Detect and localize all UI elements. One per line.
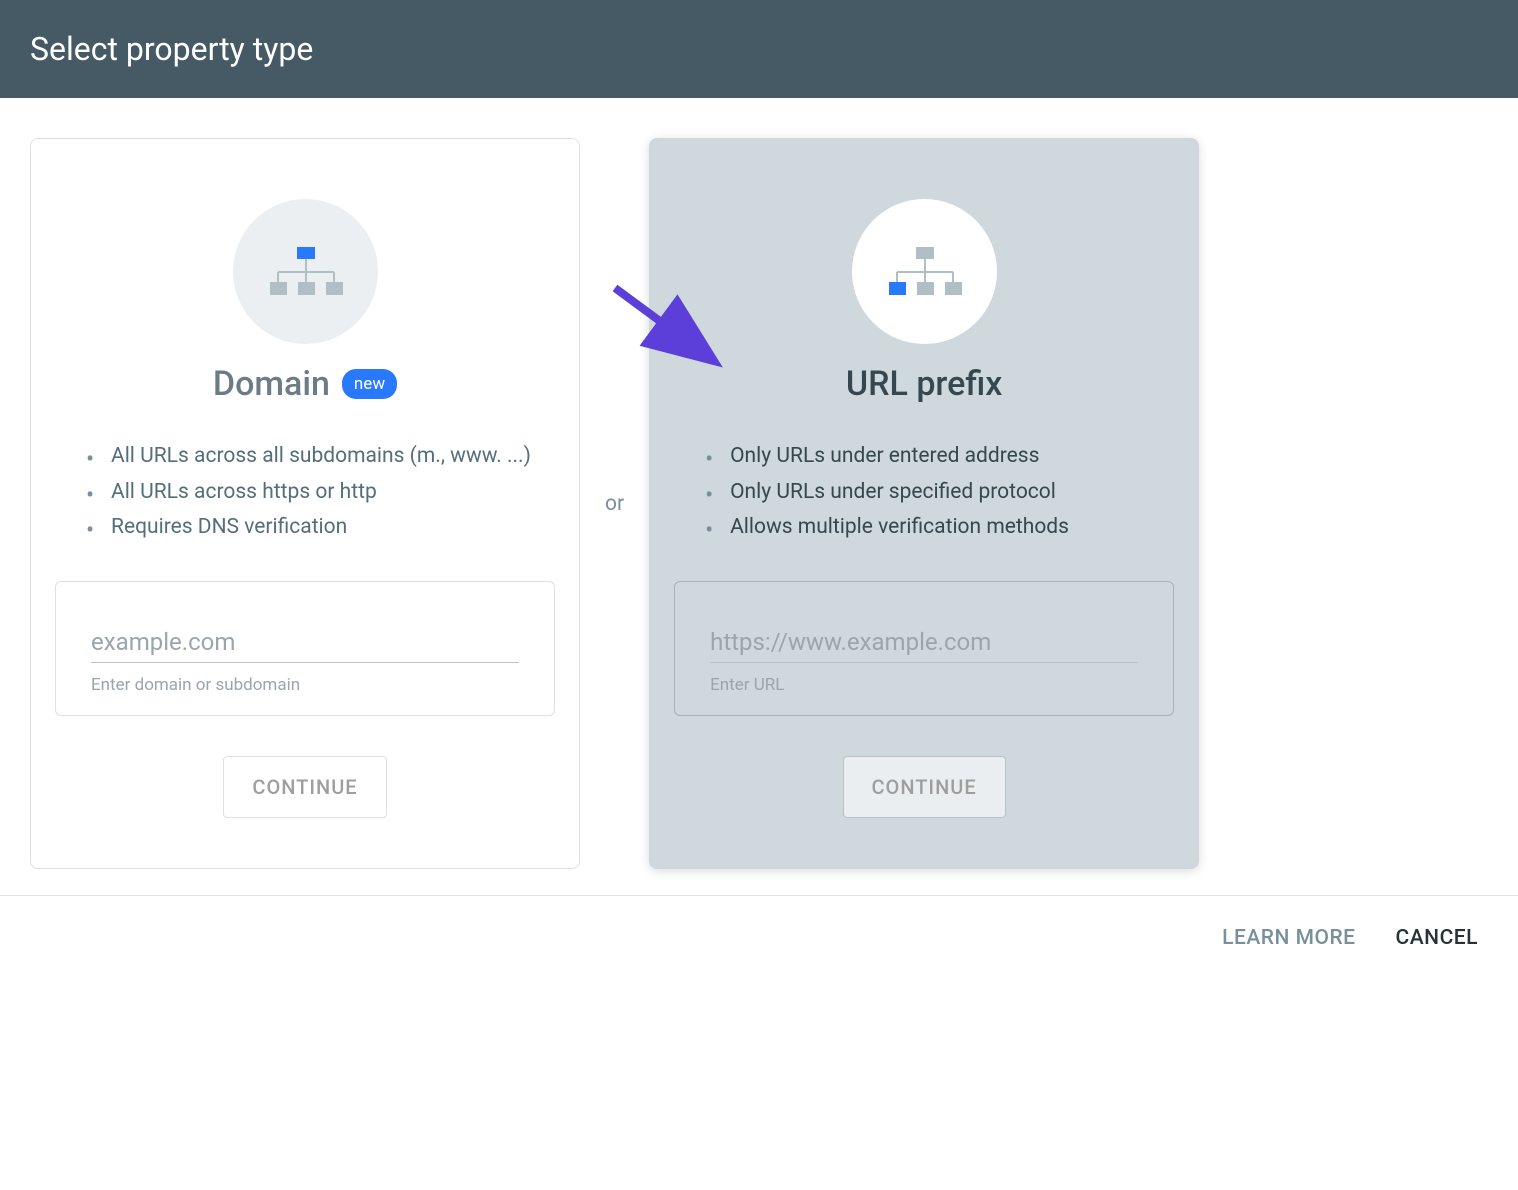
list-item: All URLs across all subdomains (m., www.… [81, 439, 544, 475]
sitemap-url-prefix-icon [884, 242, 964, 302]
learn-more-button[interactable]: LEARN MORE [1222, 926, 1355, 950]
domain-property-card[interactable]: Domain new All URLs across all subdomain… [30, 138, 580, 869]
new-badge: new [342, 369, 397, 399]
domain-input-box: Enter domain or subdomain [55, 581, 555, 716]
domain-icon-circle [233, 199, 378, 344]
dialog-title: Select property type [30, 30, 313, 68]
url-prefix-input[interactable] [710, 622, 1138, 663]
list-item: Only URLs under specified protocol [700, 475, 1163, 511]
url-prefix-card-title: URL prefix [846, 364, 1002, 404]
content-area: Domain new All URLs across all subdomain… [0, 98, 1518, 909]
domain-card-title: Domain [213, 364, 330, 404]
list-item: Only URLs under entered address [700, 439, 1163, 475]
url-prefix-property-card[interactable]: URL prefix Only URLs under entered addre… [649, 138, 1199, 869]
dialog-footer: LEARN MORE CANCEL [0, 895, 1518, 980]
url-prefix-input-box: Enter URL [674, 581, 1174, 716]
domain-title-row: Domain new [213, 364, 397, 404]
url-prefix-title-row: URL prefix [846, 364, 1002, 404]
or-separator: or [590, 492, 639, 516]
url-prefix-input-helper: Enter URL [710, 675, 1138, 695]
cancel-button[interactable]: CANCEL [1396, 926, 1478, 950]
url-prefix-continue-button[interactable]: CONTINUE [843, 756, 1006, 818]
sitemap-domain-icon [265, 242, 345, 302]
url-prefix-bullet-list: Only URLs under entered address Only URL… [670, 439, 1178, 546]
dialog-header: Select property type [0, 0, 1518, 98]
list-item: Allows multiple verification methods [700, 510, 1163, 546]
domain-input[interactable] [91, 622, 519, 663]
list-item: All URLs across https or http [81, 475, 544, 511]
url-prefix-icon-circle [852, 199, 997, 344]
domain-input-helper: Enter domain or subdomain [91, 675, 519, 695]
domain-continue-button[interactable]: CONTINUE [223, 756, 386, 818]
domain-bullet-list: All URLs across all subdomains (m., www.… [51, 439, 559, 546]
list-item: Requires DNS verification [81, 510, 544, 546]
